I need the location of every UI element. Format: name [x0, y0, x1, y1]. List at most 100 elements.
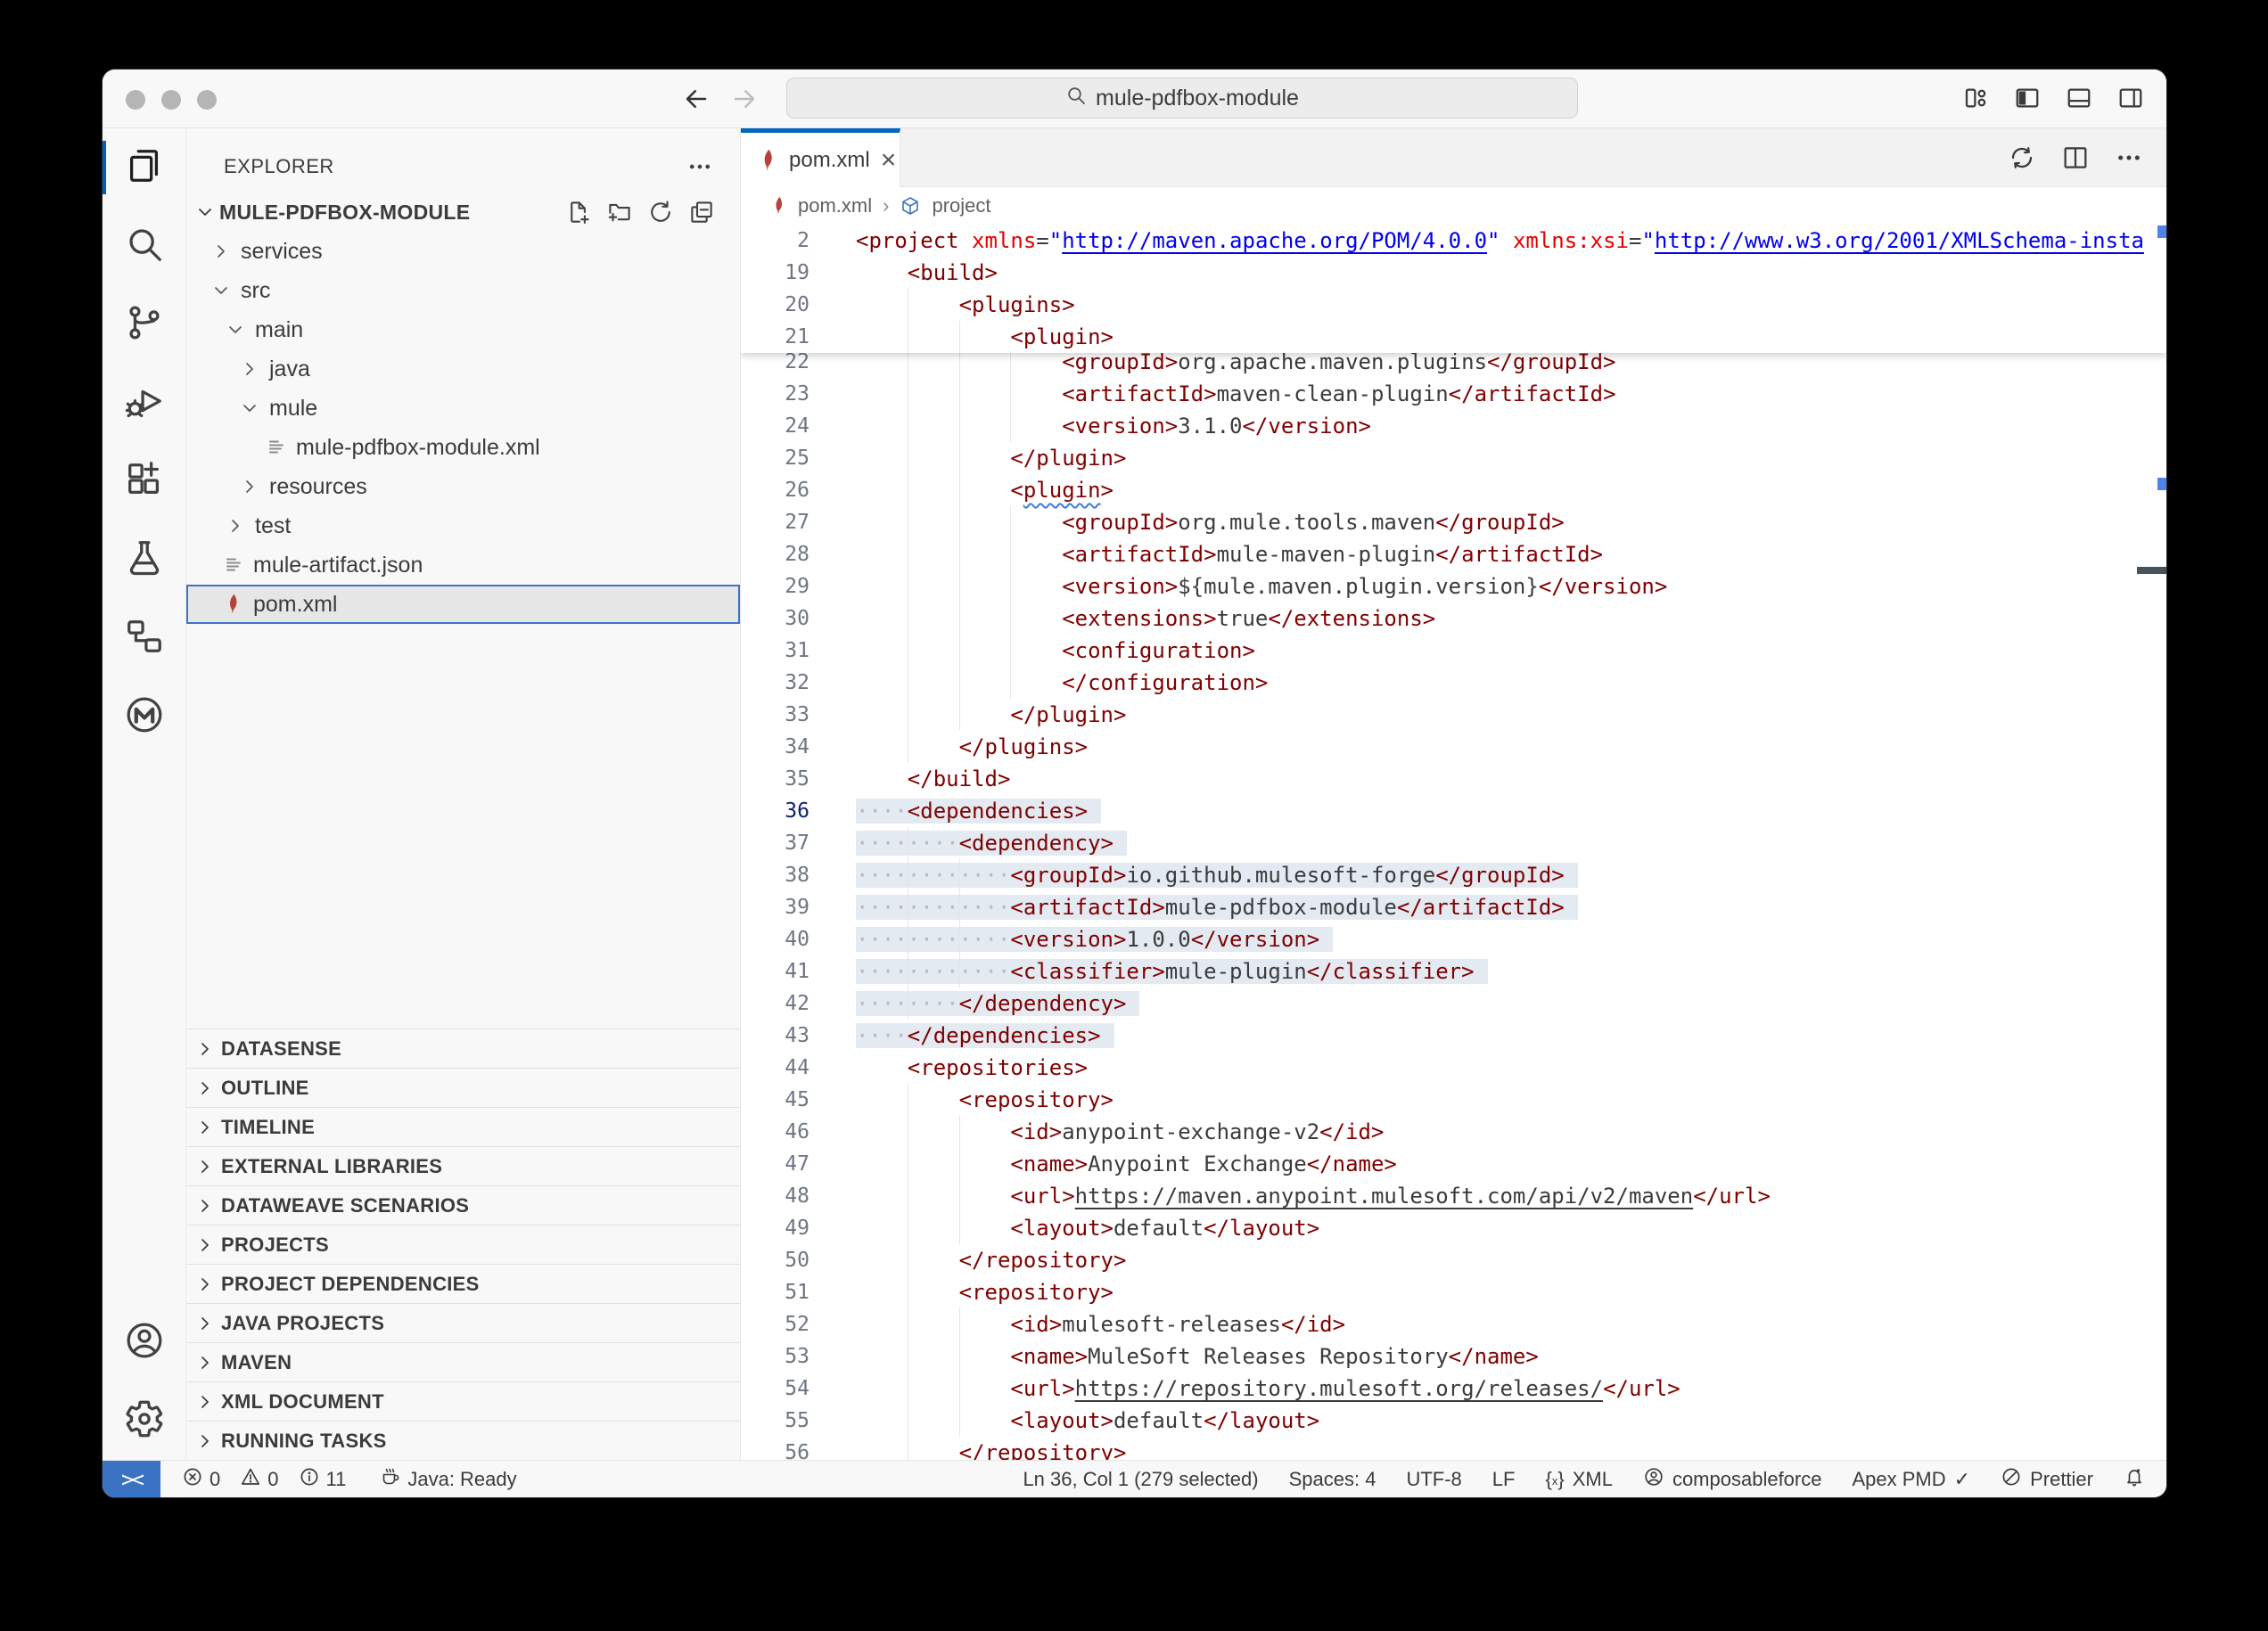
line-number[interactable]: 38	[741, 859, 856, 891]
line-number[interactable]: 46	[741, 1116, 856, 1148]
code-line-56[interactable]: 56 </repository>	[741, 1437, 2166, 1460]
code-line-47[interactable]: 47 <name>Anypoint Exchange</name>	[741, 1148, 2166, 1180]
new-folder-icon[interactable]	[606, 199, 633, 225]
code-line-30[interactable]: 30 <extensions>true</extensions>	[741, 602, 2166, 635]
code-line-20[interactable]: 20 <plugins>	[741, 289, 2166, 321]
code-line-21[interactable]: 21 <plugin>	[741, 321, 2166, 353]
line-number[interactable]: 49	[741, 1212, 856, 1244]
sidebar-section-xml-document[interactable]: XML DOCUMENT	[186, 1381, 740, 1421]
line-number[interactable]: 34	[741, 731, 856, 763]
code-line-49[interactable]: 49 <layout>default</layout>	[741, 1212, 2166, 1244]
code-line-27[interactable]: 27 <groupId>org.mule.tools.maven</groupI…	[741, 506, 2166, 538]
line-number[interactable]: 30	[741, 602, 856, 635]
status-problems-error[interactable]: 0	[177, 1461, 226, 1498]
split-editor-icon[interactable]	[2061, 143, 2090, 172]
code-line-43[interactable]: 43····</dependencies>	[741, 1020, 2166, 1052]
editor-more-actions-icon[interactable]	[2115, 143, 2143, 172]
line-number[interactable]: 22	[741, 353, 856, 378]
code-line-31[interactable]: 31 <configuration>	[741, 635, 2166, 667]
line-number[interactable]: 53	[741, 1340, 856, 1373]
status-problems-warn[interactable]: 0	[234, 1461, 284, 1498]
customize-layout-icon[interactable]	[1961, 84, 1990, 112]
code-line-36[interactable]: 36····<dependencies>	[741, 795, 2166, 827]
line-number[interactable]: 35	[741, 763, 856, 795]
zoom-window-button[interactable]	[197, 90, 217, 110]
code-line-45[interactable]: 45 <repository>	[741, 1084, 2166, 1116]
code-line-28[interactable]: 28 <artifactId>mule-maven-plugin</artifa…	[741, 538, 2166, 570]
sidebar-section-projects[interactable]: PROJECTS	[186, 1225, 740, 1264]
code-line-53[interactable]: 53 <name>MuleSoft Releases Repository</n…	[741, 1340, 2166, 1373]
line-number[interactable]: 21	[741, 321, 856, 353]
line-number[interactable]: 29	[741, 570, 856, 602]
sidebar-section-outline[interactable]: OUTLINE	[186, 1068, 740, 1107]
code-line-48[interactable]: 48 <url>https://maven.anypoint.mulesoft.…	[741, 1180, 2166, 1212]
line-number[interactable]: 40	[741, 923, 856, 955]
close-window-button[interactable]	[126, 90, 145, 110]
code-line-26[interactable]: 26 <plugin>	[741, 474, 2166, 506]
line-number[interactable]: 26	[741, 474, 856, 506]
tree-item-main[interactable]: main	[186, 310, 740, 349]
toggle-primary-sidebar-icon[interactable]	[2013, 84, 2042, 112]
line-number[interactable]: 2	[741, 225, 856, 257]
status-apex-pmd[interactable]: Apex PMD✓	[1843, 1461, 1979, 1498]
activity-bar-item-mule[interactable]	[103, 677, 185, 756]
status-account[interactable]: composableforce	[1634, 1461, 1831, 1498]
code-line-33[interactable]: 33 </plugin>	[741, 699, 2166, 731]
code-line-23[interactable]: 23 <artifactId>maven-clean-plugin</artif…	[741, 378, 2166, 410]
status-encoding[interactable]: UTF-8	[1397, 1461, 1470, 1498]
code-line-37[interactable]: 37········<dependency>	[741, 827, 2166, 859]
code-line-2[interactable]: 2<project xmlns="http://maven.apache.org…	[741, 225, 2166, 257]
command-center-search[interactable]: mule-pdfbox-module	[786, 78, 1578, 119]
line-number[interactable]: 52	[741, 1308, 856, 1340]
code-line-25[interactable]: 25 </plugin>	[741, 442, 2166, 474]
sidebar-section-java-projects[interactable]: JAVA PROJECTS	[186, 1303, 740, 1342]
toggle-panel-icon[interactable]	[2065, 84, 2093, 112]
status-eol[interactable]: LF	[1483, 1461, 1524, 1498]
line-number[interactable]: 41	[741, 955, 856, 988]
line-number[interactable]: 45	[741, 1084, 856, 1116]
code-line-52[interactable]: 52 <id>mulesoft-releases</id>	[741, 1308, 2166, 1340]
line-number[interactable]: 37	[741, 827, 856, 859]
line-number[interactable]: 31	[741, 635, 856, 667]
line-number[interactable]: 23	[741, 378, 856, 410]
line-number[interactable]: 43	[741, 1020, 856, 1052]
code-line-24[interactable]: 24 <version>3.1.0</version>	[741, 410, 2166, 442]
line-number[interactable]: 28	[741, 538, 856, 570]
code-line-19[interactable]: 19 <build>	[741, 257, 2166, 289]
breadcrumb-item-symbol[interactable]: project	[932, 194, 990, 217]
activity-bar-item-accounts[interactable]	[103, 1303, 185, 1381]
project-root-row[interactable]: MULE-PDFBOX-MODULE	[186, 193, 740, 232]
line-number[interactable]: 44	[741, 1052, 856, 1084]
line-number[interactable]: 36	[741, 795, 856, 827]
line-number[interactable]: 33	[741, 699, 856, 731]
navigate-forward-button[interactable]	[728, 83, 760, 115]
line-number[interactable]: 55	[741, 1405, 856, 1437]
line-number[interactable]: 47	[741, 1148, 856, 1180]
tab-close-icon[interactable]: ×	[881, 147, 897, 174]
line-number[interactable]: 32	[741, 667, 856, 699]
status-prettier[interactable]: Prettier	[1992, 1461, 2102, 1498]
sidebar-section-dataweave-scenarios[interactable]: DATAWEAVE SCENARIOS	[186, 1185, 740, 1225]
tree-item-java[interactable]: java	[186, 349, 740, 389]
line-number[interactable]: 42	[741, 988, 856, 1020]
line-number[interactable]: 20	[741, 289, 856, 321]
minimize-window-button[interactable]	[161, 90, 181, 110]
status-notifications[interactable]	[2115, 1461, 2154, 1498]
status-language-mode[interactable]: {x}XML	[1536, 1461, 1621, 1498]
line-number[interactable]: 39	[741, 891, 856, 923]
line-number[interactable]: 27	[741, 506, 856, 538]
line-number[interactable]: 54	[741, 1373, 856, 1405]
line-number[interactable]: 19	[741, 257, 856, 289]
tree-item-services[interactable]: services	[186, 232, 740, 271]
sidebar-section-timeline[interactable]: TIMELINE	[186, 1107, 740, 1146]
code-editor[interactable]: 2<project xmlns="http://maven.apache.org…	[741, 225, 2166, 1460]
line-number[interactable]: 48	[741, 1180, 856, 1212]
code-line-50[interactable]: 50 </repository>	[741, 1244, 2166, 1276]
status-indentation[interactable]: Spaces: 4	[1280, 1461, 1385, 1498]
sidebar-section-maven[interactable]: MAVEN	[186, 1342, 740, 1381]
tab-pom-xml[interactable]: pom.xml ×	[741, 128, 900, 187]
code-line-41[interactable]: 41············<classifier>mule-plugin</c…	[741, 955, 2166, 988]
line-number[interactable]: 25	[741, 442, 856, 474]
code-line-44[interactable]: 44 <repositories>	[741, 1052, 2166, 1084]
activity-bar-item-search[interactable]	[103, 207, 185, 285]
